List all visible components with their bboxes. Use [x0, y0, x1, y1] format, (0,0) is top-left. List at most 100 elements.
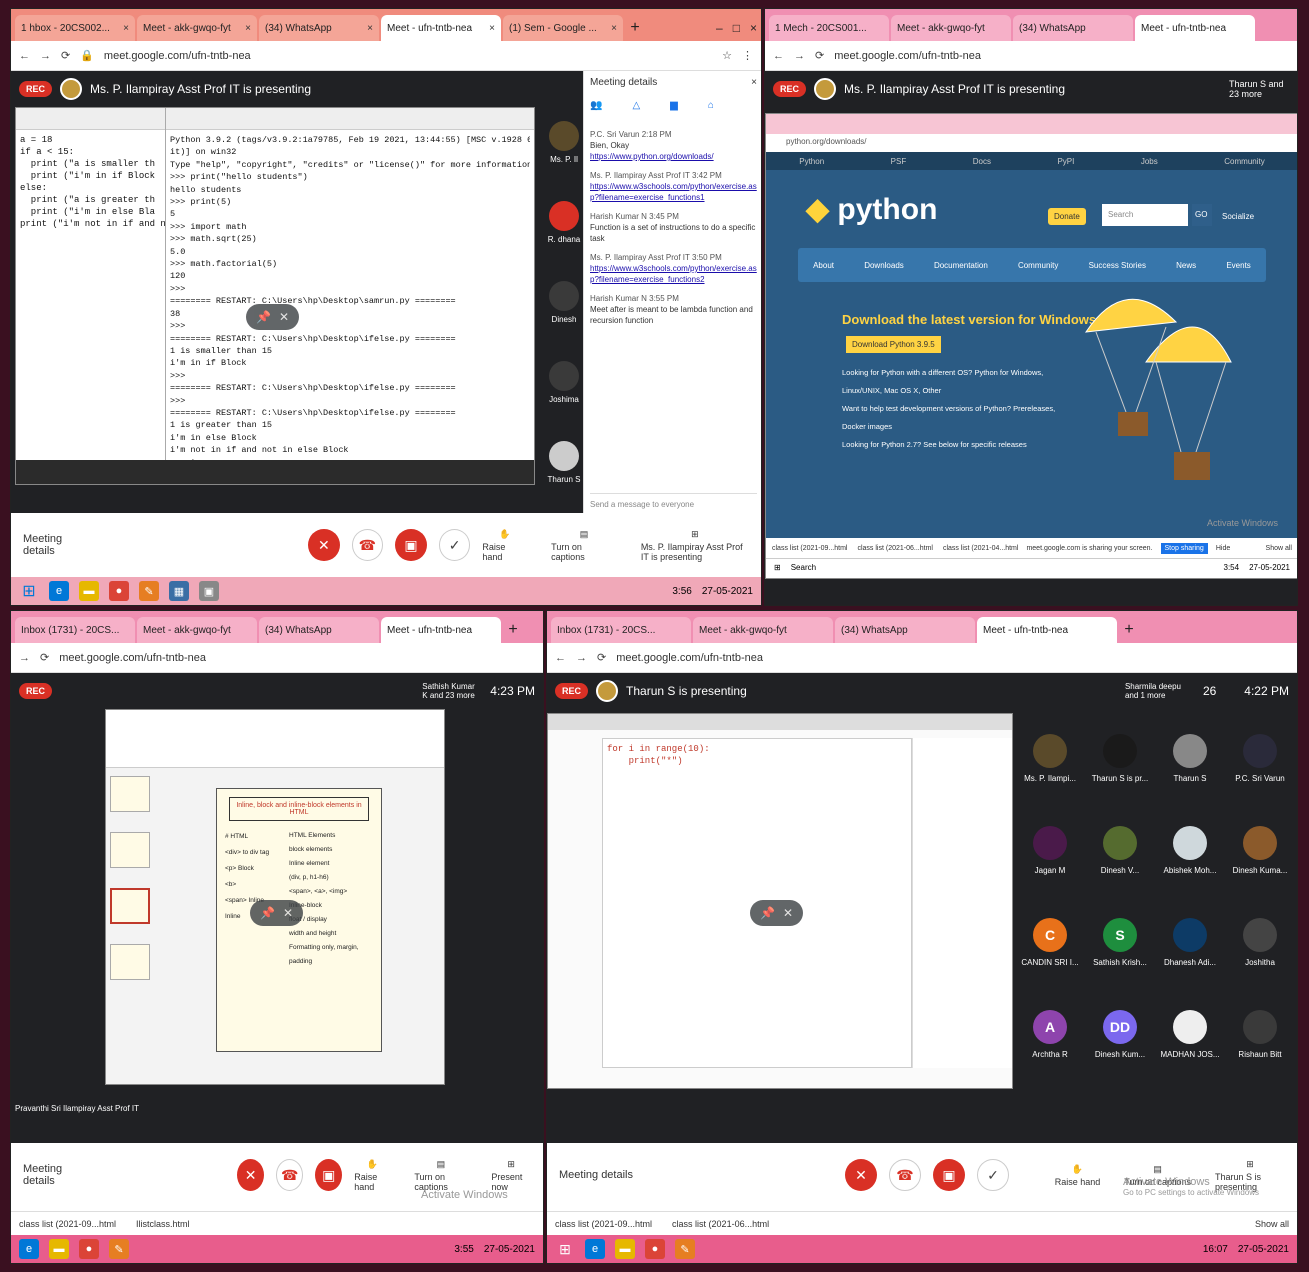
check-button[interactable]: ✓ [977, 1159, 1009, 1191]
thumb[interactable] [110, 776, 150, 812]
download-item[interactable]: class list (2021-06...html [857, 545, 932, 552]
back-icon[interactable]: ← [773, 50, 784, 62]
search-input[interactable]: Search [1102, 204, 1188, 226]
q4-tab-2[interactable]: (34) WhatsApp [835, 617, 975, 643]
forward-icon[interactable]: → [40, 50, 51, 62]
floating-pin-controls[interactable]: 📌 ✕ [250, 900, 304, 926]
python-topnav-item[interactable]: Jobs [1141, 157, 1158, 166]
chrome-icon[interactable]: ● [109, 581, 129, 601]
close-icon[interactable]: × [611, 23, 617, 34]
participant-tile[interactable]: P.C. Sri Varun [1227, 713, 1293, 803]
q1-tab-3[interactable]: Meet - ufn-tntb-nea × [381, 15, 501, 41]
present-button[interactable]: ⊞ Present now [491, 1159, 531, 1192]
q4-tab-0[interactable]: Inbox (1731) - 20CS... [551, 617, 691, 643]
raise-hand-button[interactable]: ✋ Raise hand [1055, 1164, 1101, 1187]
hide-button[interactable]: Hide [1216, 545, 1230, 552]
photo-icon[interactable]: ▦ [169, 581, 189, 601]
participant-tile[interactable]: Tharun S [1157, 713, 1223, 803]
back-icon[interactable]: ← [555, 652, 566, 664]
reload-icon[interactable]: ⟳ [597, 651, 606, 664]
menu-icon[interactable]: ⋮ [742, 49, 753, 62]
url-field[interactable]: meet.google.com/ufn-tntb-nea [104, 50, 712, 62]
floating-pin-controls[interactable]: 📌 ✕ [246, 304, 300, 330]
maximize-icon[interactable]: □ [733, 21, 740, 35]
python-menu-item[interactable]: About [813, 261, 834, 270]
thumb[interactable] [110, 944, 150, 980]
chat-link[interactable]: https://www.python.org/downloads/ [590, 151, 757, 162]
q2-tab-1[interactable]: Meet - akk-gwqo-fyt [891, 15, 1011, 41]
donate-button[interactable]: Donate [1048, 208, 1086, 225]
mute-icon[interactable]: ✕ [283, 906, 293, 920]
meeting-details-button[interactable]: Meeting details [23, 533, 96, 557]
url-field[interactable]: meet.google.com/ufn-tntb-nea [59, 652, 535, 664]
participant-tile[interactable]: Dinesh V... [1087, 805, 1153, 895]
download-item[interactable]: Ilistclass.html [136, 1219, 190, 1229]
paint-icon[interactable]: ✎ [139, 581, 159, 601]
q3-tab-3[interactable]: Meet - ufn-tntb-nea [381, 617, 501, 643]
windows-icon[interactable]: ⊞ [19, 581, 39, 601]
socialize-link[interactable]: Socialize [1222, 212, 1254, 221]
show-all-button[interactable]: Show all [1255, 1219, 1289, 1229]
participant-tile[interactable]: Ms. P. Ilampi... [1017, 713, 1083, 803]
star-icon[interactable]: ☆ [722, 49, 732, 62]
edge-icon[interactable]: e [19, 1239, 39, 1259]
close-icon[interactable]: × [367, 23, 373, 34]
lock-icon[interactable]: ⌂ [708, 100, 714, 111]
q1-tab-2[interactable]: (34) WhatsApp × [259, 15, 379, 41]
new-tab-icon[interactable]: + [625, 15, 645, 41]
camera-off-button[interactable]: ▣ [395, 529, 427, 561]
chrome-icon[interactable]: ● [79, 1239, 99, 1259]
pin-icon[interactable]: 📌 [256, 310, 271, 324]
participant-tile[interactable]: Rishaun Bitt [1227, 989, 1293, 1079]
python-menu-item[interactable]: Community [1018, 261, 1058, 270]
show-all-button[interactable]: Show all [1266, 545, 1292, 552]
q4-tab-3[interactable]: Meet - ufn-tntb-nea [977, 617, 1117, 643]
chat-link[interactable]: https://www.w3schools.com/python/exercis… [590, 263, 757, 285]
edge-icon[interactable]: e [585, 1239, 605, 1259]
folder-icon[interactable]: ▬ [79, 581, 99, 601]
pin-icon[interactable]: 📌 [760, 906, 775, 920]
chat-icon[interactable]: ▆ [670, 100, 678, 111]
python-topnav-item[interactable]: PSF [891, 157, 907, 166]
mic-off-button[interactable]: ✕ [845, 1159, 877, 1191]
camera-off-button[interactable]: ▣ [315, 1159, 343, 1191]
close-window-icon[interactable]: × [750, 21, 757, 35]
download-line[interactable]: Linux/UNIX, Mac OS X, Other [842, 382, 1042, 400]
download-item[interactable]: class list (2021-09...html [555, 1219, 652, 1229]
check-button[interactable]: ✓ [438, 529, 471, 561]
participant-tile[interactable]: C CANDIN SRI I... [1017, 897, 1083, 987]
captions-button[interactable]: ▤ Turn on captions [414, 1159, 467, 1192]
python-logo[interactable]: ◆ python [806, 192, 937, 227]
participant-tile[interactable]: Dinesh Kuma... [1227, 805, 1293, 895]
download-python-button[interactable]: Download Python 3.9.5 [846, 336, 941, 353]
editor-code[interactable]: a = 18 if a < 15: print ("a is smaller th… [16, 130, 171, 234]
participant-tile[interactable]: Abishek Moh... [1157, 805, 1223, 895]
python-topnav-item[interactable]: Docs [973, 157, 991, 166]
chat-link[interactable]: https://www.w3schools.com/python/exercis… [590, 181, 757, 203]
meeting-details-button[interactable]: Meeting details [559, 1169, 633, 1181]
participant-tile[interactable]: DD Dinesh Kum... [1087, 989, 1153, 1079]
raise-hand-button[interactable]: ✋ Raise hand [482, 529, 527, 562]
meeting-details-button[interactable]: Meeting details [23, 1163, 85, 1187]
inner-url[interactable]: python.org/downloads/ [766, 134, 1297, 152]
download-line[interactable]: Want to help test development versions o… [842, 400, 1055, 418]
folder-icon[interactable]: ▬ [615, 1239, 635, 1259]
close-icon[interactable]: × [489, 23, 495, 34]
python-menu-item[interactable]: Documentation [934, 261, 988, 270]
download-item[interactable]: class list (2021-06...html [672, 1219, 769, 1229]
close-icon[interactable]: × [751, 77, 757, 88]
url-field[interactable]: meet.google.com/ufn-tntb-nea [834, 50, 1289, 62]
stop-sharing-button[interactable]: Stop sharing [1160, 542, 1208, 554]
q2-tab-0[interactable]: 1 Mech - 20CS001... [769, 15, 889, 41]
mic-off-button[interactable]: ✕ [237, 1159, 265, 1191]
download-item[interactable]: class list (2021-09...html [19, 1219, 116, 1229]
activities-icon[interactable]: △ [632, 100, 640, 111]
raise-hand-button[interactable]: ✋ Raise hand [354, 1159, 390, 1192]
download-line[interactable]: Looking for Python 2.7? See below for sp… [842, 436, 1042, 454]
back-icon[interactable]: ← [19, 50, 30, 62]
forward-icon[interactable]: → [794, 50, 805, 62]
python-menu-item[interactable]: Downloads [864, 261, 904, 270]
reload-icon[interactable]: ⟳ [61, 49, 70, 62]
reload-icon[interactable]: ⟳ [815, 49, 824, 62]
download-item[interactable]: class list (2021-04...html [943, 545, 1018, 552]
